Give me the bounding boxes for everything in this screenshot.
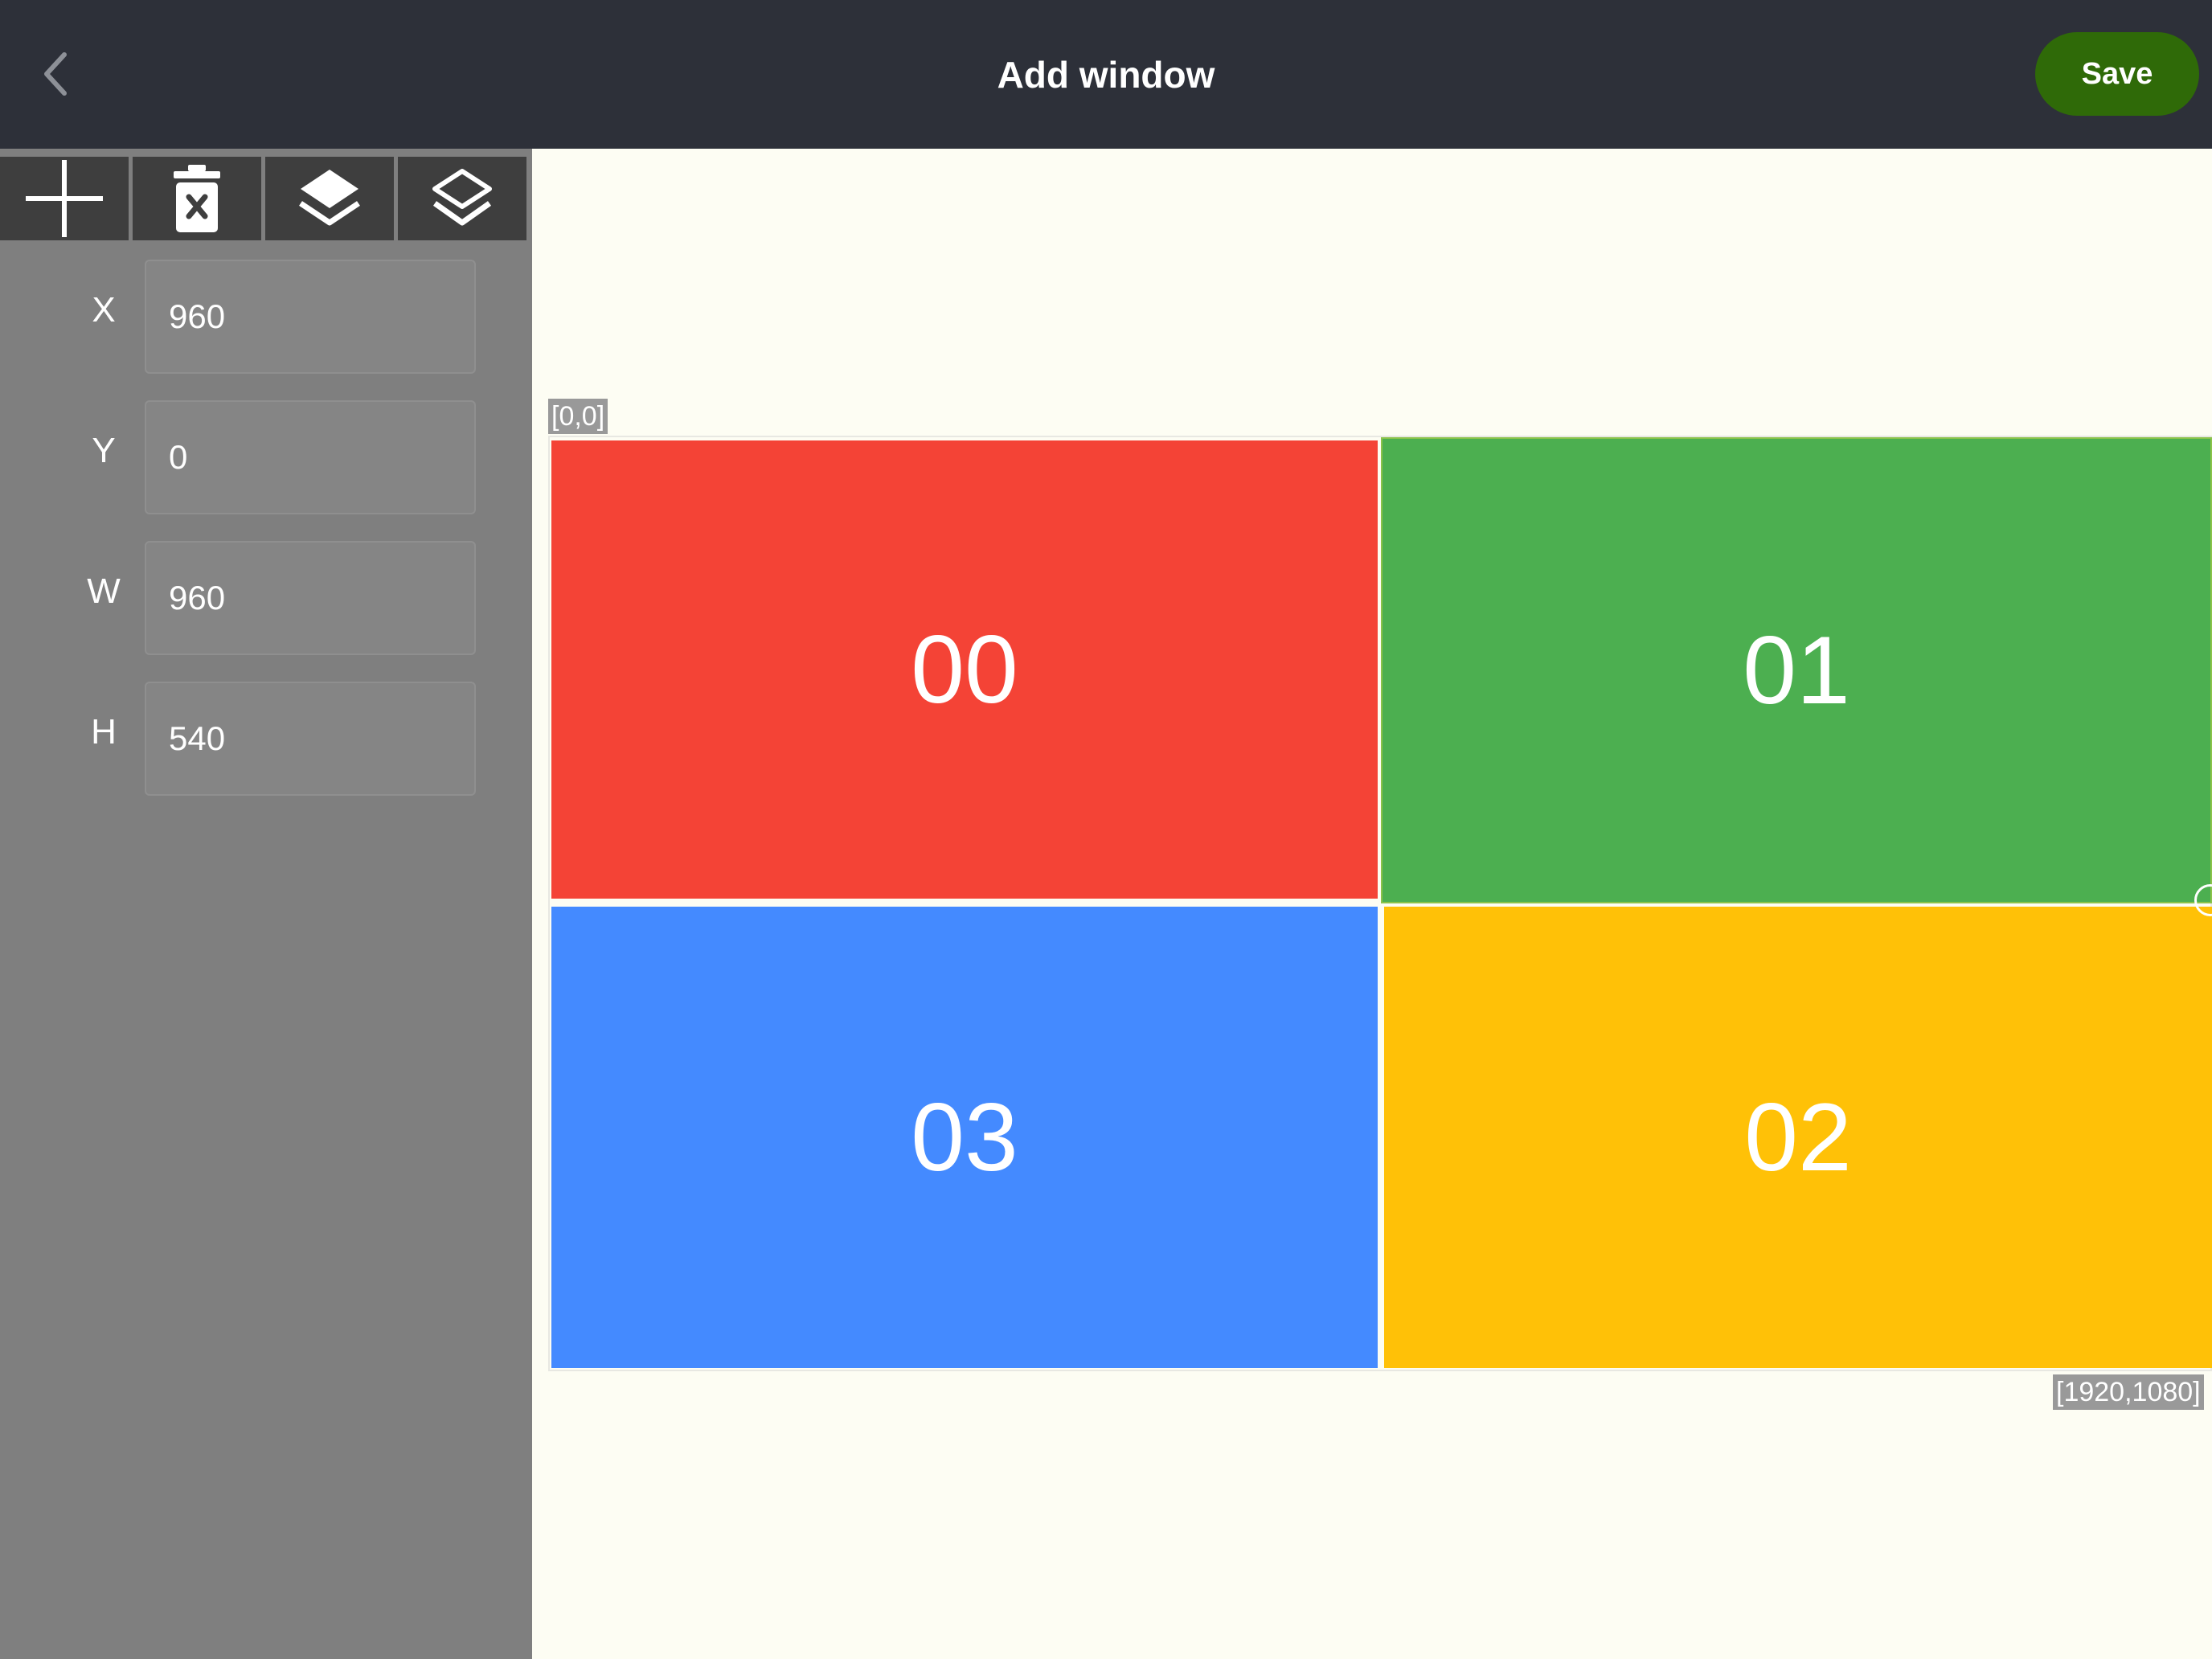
extent-coordinate: [1920,1080] xyxy=(2053,1374,2204,1410)
field-x: X xyxy=(0,260,532,375)
field-y: Y xyxy=(0,400,532,516)
layers-outline-icon xyxy=(432,169,492,226)
back-button[interactable] xyxy=(24,42,88,106)
window-01[interactable]: 01 xyxy=(1381,437,2212,903)
top-bar: Add window Save xyxy=(0,0,2212,149)
h-label: H xyxy=(91,712,117,752)
origin-coordinate: [0,0] xyxy=(548,399,608,434)
bring-to-front-button[interactable] xyxy=(265,157,394,240)
window-label: 02 xyxy=(1744,1083,1852,1191)
window-toolbar xyxy=(0,157,532,240)
w-input[interactable] xyxy=(145,541,476,655)
window-02[interactable]: 02 xyxy=(1384,907,2212,1368)
y-label: Y xyxy=(92,431,116,470)
field-w: W xyxy=(0,541,532,657)
chevron-left-icon xyxy=(44,52,67,96)
h-input[interactable] xyxy=(145,682,476,796)
w-label: W xyxy=(87,571,121,611)
layers-filled-icon xyxy=(299,170,360,226)
page-title: Add window xyxy=(997,53,1215,96)
x-input[interactable] xyxy=(145,260,476,374)
x-label: X xyxy=(92,290,116,330)
save-button[interactable]: Save xyxy=(2035,32,2199,116)
add-window-button[interactable] xyxy=(0,157,129,240)
window-03[interactable]: 03 xyxy=(551,907,1378,1368)
field-h: H xyxy=(0,682,532,797)
window-label: 03 xyxy=(911,1083,1018,1191)
plus-icon xyxy=(26,160,103,237)
y-input[interactable] xyxy=(145,400,476,514)
delete-window-button[interactable] xyxy=(133,157,261,240)
window-00[interactable]: 00 xyxy=(551,440,1378,899)
send-to-back-button[interactable] xyxy=(398,157,526,240)
window-label: 01 xyxy=(1743,616,1850,724)
window-label: 00 xyxy=(911,616,1018,723)
trash-icon xyxy=(174,165,220,232)
properties-sidebar: X Y W H xyxy=(0,149,532,1659)
